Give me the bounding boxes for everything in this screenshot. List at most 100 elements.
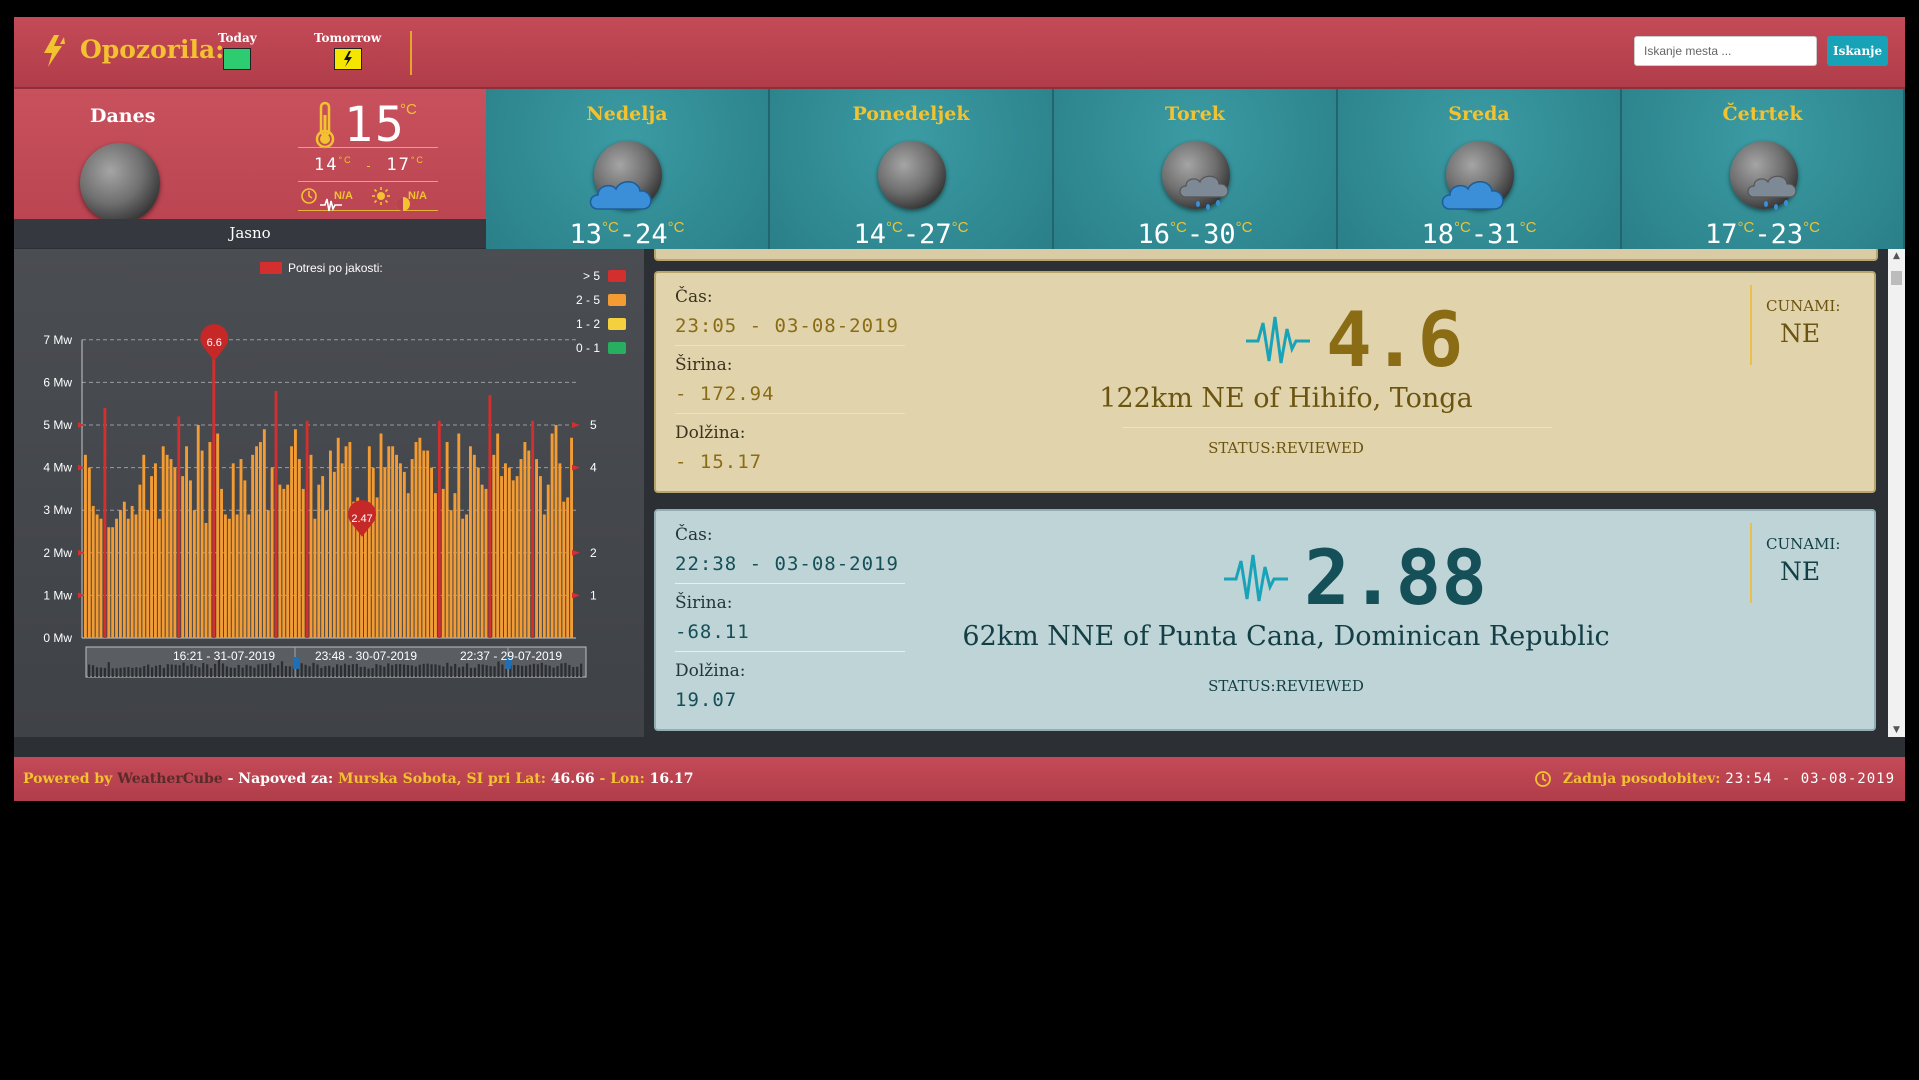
chart-bar[interactable] <box>192 510 196 638</box>
earthquake-list[interactable]: Čas: 23:05 - 03-08-2019 Širina: - 172.94… <box>652 249 1905 737</box>
chart-bar[interactable] <box>255 446 258 638</box>
legend-swatch[interactable] <box>608 270 626 282</box>
chart-bar[interactable] <box>150 476 153 638</box>
chart-bar[interactable] <box>134 514 138 638</box>
chart-bar[interactable] <box>360 532 363 638</box>
chart-bar[interactable] <box>235 514 239 638</box>
chart-bar[interactable] <box>266 510 270 638</box>
chart-bar[interactable] <box>282 488 286 638</box>
chart-bar[interactable] <box>259 442 262 638</box>
chart-bar[interactable] <box>313 518 317 638</box>
chart-bar[interactable] <box>488 395 492 638</box>
chart-bar[interactable] <box>157 518 161 638</box>
chart-bar[interactable] <box>317 484 321 638</box>
chart-bar[interactable] <box>294 429 297 638</box>
scrollbar-thumb[interactable] <box>1891 271 1902 285</box>
navigator-handle[interactable] <box>293 657 299 669</box>
chart-bar[interactable] <box>309 454 313 638</box>
chart-bar[interactable] <box>445 442 449 638</box>
chart-bar[interactable] <box>305 420 309 638</box>
chart-bar[interactable] <box>465 514 468 638</box>
chart-bar[interactable] <box>550 433 554 638</box>
chart-bar[interactable] <box>422 450 426 638</box>
chart-bar[interactable] <box>336 437 340 638</box>
chart-bar[interactable] <box>220 488 223 638</box>
chart-bar[interactable] <box>204 522 208 638</box>
chart-bar[interactable] <box>418 437 422 638</box>
chart-bar[interactable] <box>519 459 523 638</box>
chart-bar[interactable] <box>278 484 282 638</box>
chart-bar[interactable] <box>321 476 325 638</box>
chart-bar[interactable] <box>406 493 410 638</box>
chart-bar[interactable] <box>507 467 511 638</box>
chart-bar[interactable] <box>504 463 507 638</box>
chart-bar[interactable] <box>391 446 395 638</box>
chart-bar[interactable] <box>142 454 146 638</box>
city-search-input[interactable] <box>1634 36 1817 66</box>
chart-bar[interactable] <box>434 493 437 638</box>
chart-bar[interactable] <box>371 467 375 638</box>
chart-bar[interactable] <box>95 514 99 638</box>
chart-bar[interactable] <box>500 476 503 638</box>
legend-swatch[interactable] <box>608 294 626 306</box>
chart-bar[interactable] <box>395 454 398 638</box>
chart-bar[interactable] <box>399 463 402 638</box>
chart-bar[interactable] <box>531 420 535 638</box>
chart-bar[interactable] <box>177 416 181 638</box>
chart-bar[interactable] <box>196 425 200 638</box>
chart-bar[interactable] <box>527 450 531 638</box>
chart-bar[interactable] <box>126 518 130 638</box>
chart-bar[interactable] <box>111 527 115 638</box>
chart-bar[interactable] <box>208 442 212 638</box>
chart-bar[interactable] <box>103 407 107 638</box>
chart-bar[interactable] <box>243 480 247 638</box>
chart-bar[interactable] <box>231 463 235 638</box>
legend-swatch[interactable] <box>608 342 626 354</box>
chart-bar[interactable] <box>441 488 445 638</box>
earthquake-card[interactable]: Čas: 23:05 - 03-08-2019 Širina: - 172.94… <box>654 271 1876 493</box>
chart-bar[interactable] <box>558 463 562 638</box>
chart-bar[interactable] <box>461 518 465 638</box>
chart-bar[interactable] <box>99 518 103 638</box>
chart-bar[interactable] <box>138 484 142 638</box>
chart-bar[interactable] <box>457 433 461 638</box>
chart-bar[interactable] <box>542 514 546 638</box>
chart-bar[interactable] <box>367 446 371 638</box>
chart-bar[interactable] <box>212 356 216 638</box>
chart-bar[interactable] <box>87 467 91 638</box>
chart-bar[interactable] <box>227 518 231 638</box>
chart-bar[interactable] <box>301 488 305 638</box>
chart-bar[interactable] <box>290 446 293 638</box>
chart-bar[interactable] <box>216 433 220 638</box>
chart-bar[interactable] <box>115 518 118 638</box>
chart-bar[interactable] <box>426 450 430 638</box>
chart-bar[interactable] <box>325 510 328 638</box>
chart-bar[interactable] <box>539 476 542 638</box>
chart-bar[interactable] <box>185 446 188 638</box>
chart-bar[interactable] <box>562 501 566 638</box>
chart-bar[interactable] <box>511 480 515 638</box>
legend-swatch[interactable] <box>608 318 626 330</box>
chart-bar[interactable] <box>181 476 185 638</box>
chart-bar[interactable] <box>546 484 550 638</box>
chart-bar[interactable] <box>161 446 165 638</box>
chart-bar[interactable] <box>91 505 95 638</box>
chart-bar[interactable] <box>437 420 441 638</box>
chart-bar[interactable] <box>251 454 255 638</box>
chart-bar[interactable] <box>414 442 418 638</box>
chart-bar[interactable] <box>344 446 348 638</box>
chart-bar[interactable] <box>107 527 111 638</box>
chart-bar[interactable] <box>274 390 278 638</box>
chart-bar[interactable] <box>430 467 433 638</box>
chart-bar[interactable] <box>515 476 519 638</box>
chart-bar[interactable] <box>566 497 570 638</box>
chart-bar[interactable] <box>154 463 157 638</box>
chart-bar[interactable] <box>387 446 391 638</box>
chart-bar[interactable] <box>484 488 488 638</box>
brand-link[interactable]: WeatherCube <box>117 771 223 787</box>
chart-bar[interactable] <box>270 467 274 638</box>
chart-bar[interactable] <box>469 446 472 638</box>
chart-bar[interactable] <box>402 471 406 638</box>
chart-bar[interactable] <box>364 522 367 638</box>
chart-bar[interactable] <box>554 425 558 638</box>
